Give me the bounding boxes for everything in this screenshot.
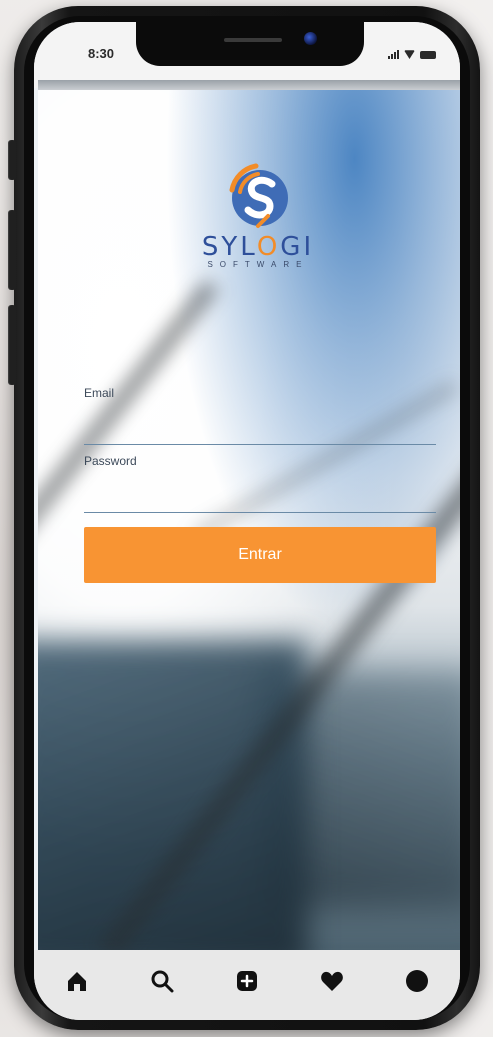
profile-icon [406, 970, 429, 992]
nav-search[interactable] [147, 966, 177, 996]
nav-favorites[interactable] [317, 966, 347, 996]
logo-wordmark: SYLOGI [201, 232, 315, 262]
mute-switch [8, 140, 16, 180]
heart-icon [321, 971, 344, 991]
password-label: Password [84, 454, 137, 468]
nav-add[interactable] [232, 966, 262, 996]
phone-screen: 8:30 SYLOGI SOFTWARE Email Password Entr… [34, 22, 460, 1020]
bottom-nav [34, 950, 460, 1020]
nav-home[interactable] [62, 966, 92, 996]
email-field-group: Email [84, 386, 436, 445]
login-button[interactable]: Entrar [84, 527, 436, 583]
front-camera [304, 32, 317, 45]
speaker-grille [224, 38, 282, 42]
bg-glass-left [38, 640, 308, 950]
header-strip [38, 80, 460, 90]
notch [136, 22, 364, 66]
password-field-group: Password [84, 454, 436, 513]
signal-icon [388, 50, 399, 59]
add-icon [236, 971, 257, 991]
volume-down-button [8, 305, 16, 385]
search-icon [151, 970, 174, 993]
email-field[interactable] [84, 414, 436, 445]
logo-mark-icon [229, 163, 288, 228]
volume-up-button [8, 210, 16, 290]
status-icons [388, 48, 436, 59]
status-time: 8:30 [88, 46, 115, 61]
sylogi-logo: SYLOGI SOFTWARE [178, 160, 338, 269]
wifi-icon [404, 50, 415, 59]
login-background: SYLOGI SOFTWARE Email Password Entrar [38, 90, 460, 950]
nav-profile[interactable] [402, 966, 432, 996]
home-icon [67, 972, 86, 991]
mockup-stage: 8:30 SYLOGI SOFTWARE Email Password Entr… [0, 0, 493, 1037]
battery-icon [420, 51, 436, 59]
email-label: Email [84, 386, 115, 400]
password-field[interactable] [84, 482, 436, 513]
